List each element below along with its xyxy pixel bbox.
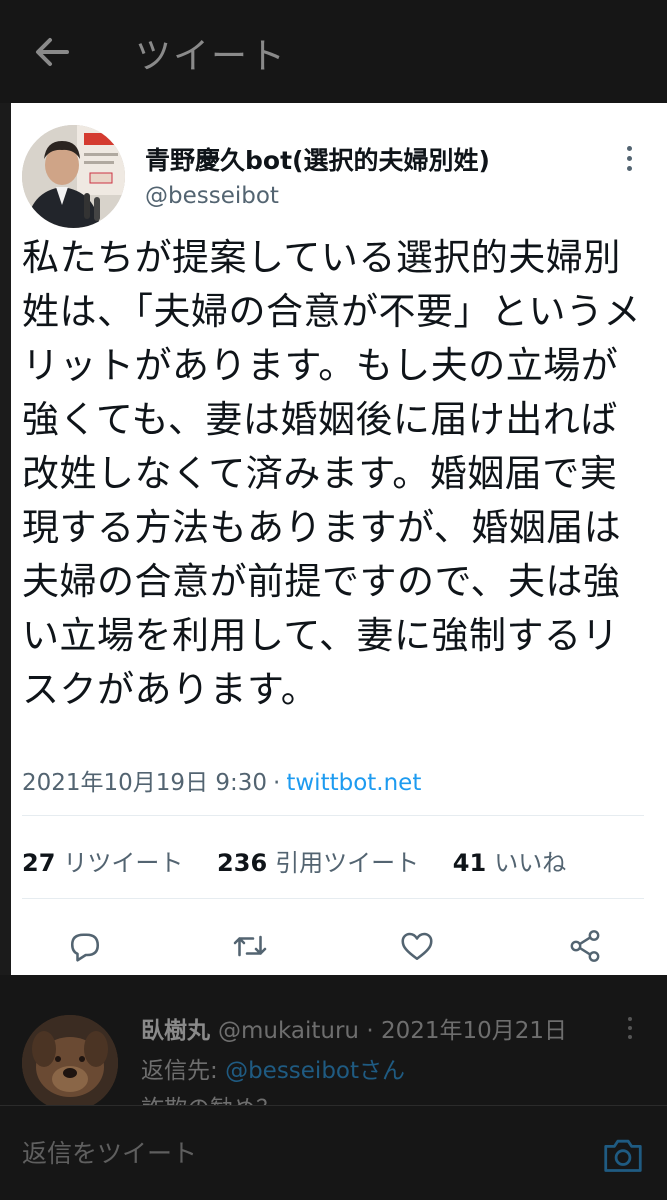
retweets-stat[interactable]: 27 リツイート bbox=[22, 849, 183, 877]
reply-header: 臥樹丸 @mukaituru · 2021年10月21日 bbox=[141, 1011, 567, 1045]
reply-avatar[interactable] bbox=[22, 1015, 118, 1105]
camera-icon bbox=[604, 1139, 642, 1172]
back-button[interactable] bbox=[30, 30, 74, 74]
more-dot bbox=[626, 155, 632, 161]
more-options-button[interactable] bbox=[614, 143, 644, 173]
likes-label: いいね bbox=[494, 849, 567, 877]
tweet-stats: 27 リツイート 236 引用ツイート 41 いいね bbox=[22, 843, 592, 878]
quotes-label: 引用ツイート bbox=[275, 849, 420, 877]
reply-author-handle[interactable]: @mukaituru bbox=[218, 1018, 359, 1044]
dog-avatar-photo bbox=[22, 1015, 118, 1105]
top-bar: ツイート bbox=[0, 0, 667, 103]
divider bbox=[22, 898, 644, 899]
tweet-timestamp[interactable]: 2021年10月19日 9:30 bbox=[22, 770, 267, 796]
likes-count: 41 bbox=[452, 849, 487, 877]
reply-to-mention[interactable]: @besseibotさん bbox=[225, 1058, 405, 1084]
reply-icon bbox=[70, 933, 100, 962]
retweet-button[interactable] bbox=[228, 924, 272, 968]
reply-more-button[interactable] bbox=[622, 1013, 638, 1043]
reply-author-name[interactable]: 臥樹丸 bbox=[141, 1018, 210, 1044]
more-dot bbox=[628, 1017, 632, 1021]
retweets-label: リツイート bbox=[63, 849, 184, 877]
author-handle[interactable]: @besseibot bbox=[145, 183, 279, 209]
meta-separator: · bbox=[273, 770, 281, 796]
avatar-photo bbox=[22, 125, 125, 228]
divider bbox=[22, 815, 644, 816]
reply-button[interactable] bbox=[63, 924, 107, 968]
quotes-count: 236 bbox=[217, 849, 268, 877]
author-avatar[interactable] bbox=[22, 125, 125, 228]
likes-stat[interactable]: 41 いいね bbox=[453, 849, 566, 877]
reply-composer bbox=[0, 1105, 667, 1200]
more-dot bbox=[626, 145, 632, 151]
author-name[interactable]: 青野慶久bot(選択的夫婦別姓) bbox=[145, 141, 490, 177]
like-icon bbox=[401, 932, 433, 961]
share-icon bbox=[570, 930, 600, 962]
reply-snippet: 詐欺の勧め？... bbox=[141, 1089, 301, 1105]
quotes-stat[interactable]: 236 引用ツイート bbox=[217, 849, 419, 877]
more-dot bbox=[626, 165, 632, 171]
tweet-text: 私たちが提案している選択的夫婦別姓は、「夫婦の合意が不要」というメリットがありま… bbox=[22, 236, 641, 711]
arrow-left-icon bbox=[36, 38, 69, 66]
retweets-count: 27 bbox=[22, 849, 56, 877]
reply-item[interactable]: 臥樹丸 @mukaituru · 2021年10月21日 返信先: @bessei… bbox=[0, 975, 667, 1105]
like-button[interactable] bbox=[395, 924, 439, 968]
reply-input[interactable] bbox=[22, 1130, 582, 1176]
camera-button[interactable] bbox=[600, 1132, 646, 1178]
share-button[interactable] bbox=[563, 924, 607, 968]
more-dot bbox=[628, 1026, 632, 1030]
reply-date: 2021年10月21日 bbox=[380, 1018, 568, 1044]
retweet-icon bbox=[233, 935, 267, 957]
reply-separator: · bbox=[366, 1018, 374, 1044]
tweet-meta: 2021年10月19日 9:30 · twittbot.net bbox=[22, 763, 421, 797]
tweet-card: 青野慶久bot(選択的夫婦別姓) @besseibot 私たちが提案している選択… bbox=[11, 103, 667, 975]
page-title: ツイート bbox=[135, 36, 288, 77]
reply-to-prefix: 返信先: bbox=[141, 1058, 226, 1084]
tweet-source-link[interactable]: twittbot.net bbox=[286, 770, 421, 796]
tweet-actions bbox=[11, 918, 667, 968]
reply-to-line: 返信先: @besseibotさん bbox=[141, 1051, 405, 1085]
more-dot bbox=[628, 1035, 632, 1039]
